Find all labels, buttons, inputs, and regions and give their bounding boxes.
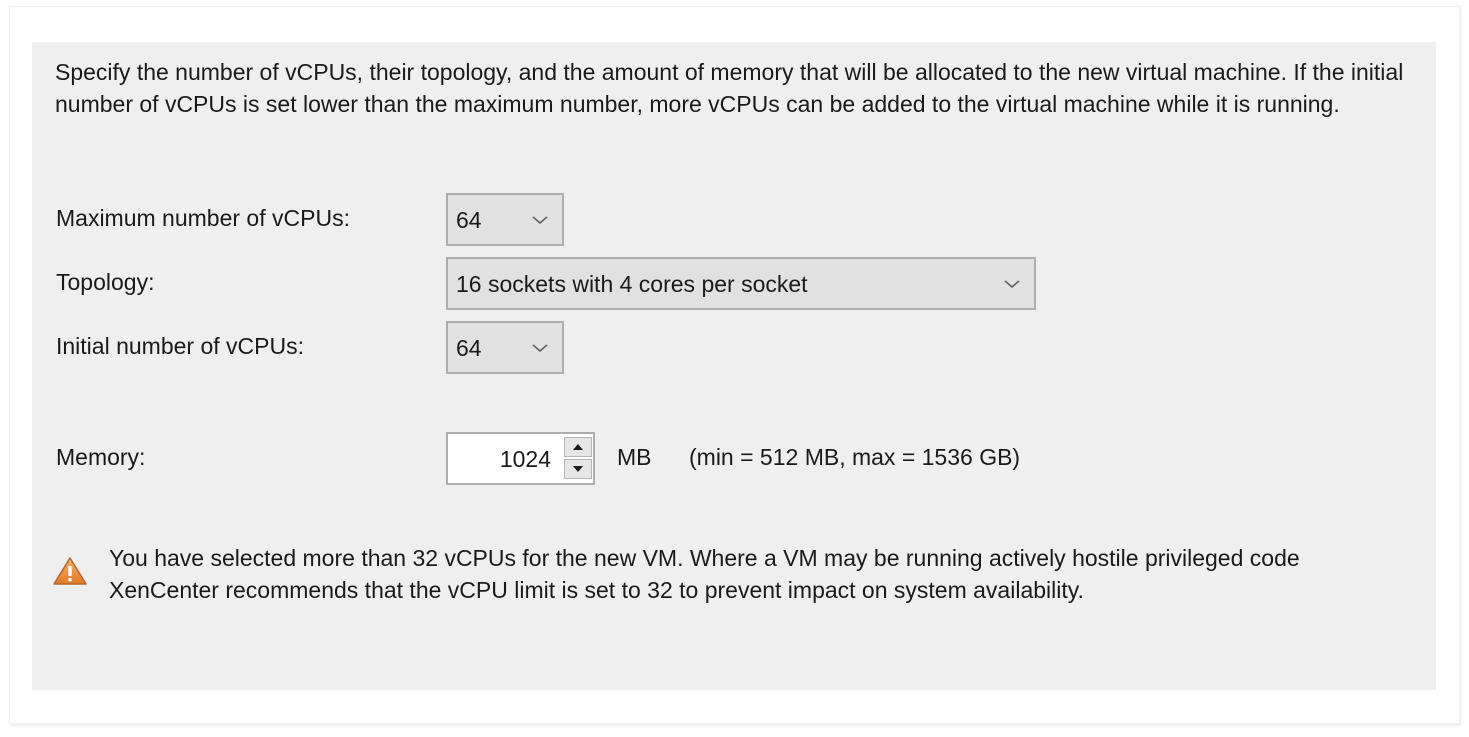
warning-message: You have selected more than 32 vCPUs for… (109, 545, 1300, 603)
max-vcpus-label: Maximum number of vCPUs: (56, 205, 350, 231)
chevron-down-icon (532, 216, 548, 225)
triangle-up-icon (573, 444, 583, 450)
intro-description: Specify the number of vCPUs, their topol… (55, 59, 1404, 117)
initial-vcpus-label: Initial number of vCPUs: (56, 333, 304, 359)
memory-range: (min = 512 MB, max = 1536 GB) (689, 444, 1021, 470)
memory-value[interactable]: 1024 (500, 443, 551, 475)
warning-triangle-icon (53, 557, 87, 585)
memory-unit: MB (617, 444, 652, 470)
topology-label: Topology: (56, 269, 155, 295)
memory-spinner[interactable] (564, 437, 592, 480)
memory-input[interactable]: 1024 (446, 432, 595, 485)
memory-label: Memory: (56, 444, 146, 470)
chevron-down-icon (1004, 280, 1020, 289)
chevron-down-icon (532, 344, 548, 353)
topology-dropdown[interactable]: 16 sockets with 4 cores per socket (446, 257, 1036, 310)
memory-decrement-button[interactable] (564, 459, 592, 479)
initial-vcpus-value: 64 (456, 335, 482, 361)
memory-increment-button[interactable] (564, 437, 592, 457)
max-vcpus-dropdown[interactable]: 64 (446, 193, 564, 246)
max-vcpus-value: 64 (456, 207, 482, 233)
vcpu-memory-panel: Specify the number of vCPUs, their topol… (32, 42, 1436, 690)
triangle-down-icon (573, 466, 583, 472)
initial-vcpus-dropdown[interactable]: 64 (446, 321, 564, 374)
topology-value: 16 sockets with 4 cores per socket (456, 271, 808, 297)
